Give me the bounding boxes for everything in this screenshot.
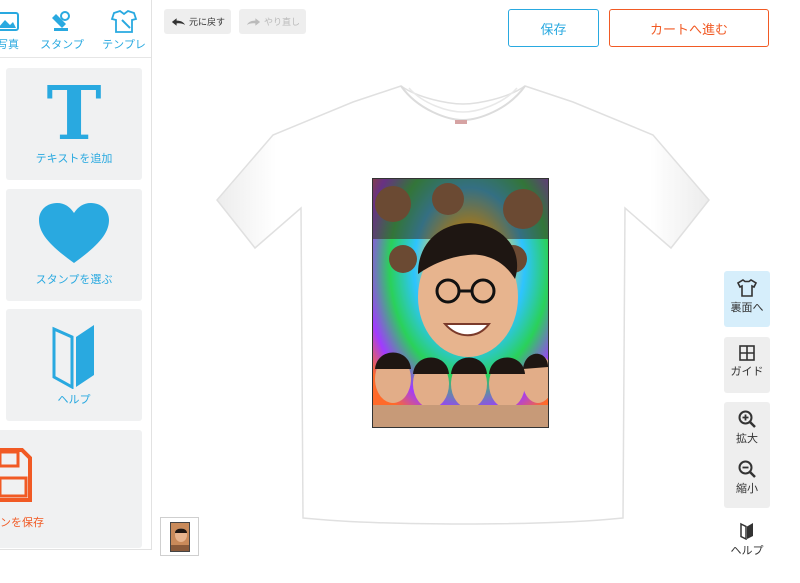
print-area-photo-collage[interactable] <box>372 178 549 428</box>
proceed-to-cart-button[interactable]: カートへ進む <box>609 9 769 47</box>
zoom-out-icon <box>738 460 756 478</box>
zoom-in-button[interactable]: 拡大 <box>724 402 770 446</box>
guide-button[interactable]: ガイド <box>724 337 770 393</box>
grid-guide-icon <box>739 345 755 361</box>
tab-stamp[interactable]: スタンプ <box>34 8 90 56</box>
tab-template[interactable]: テンプレ <box>94 8 151 56</box>
zoom-controls: 拡大 縮小 <box>724 402 770 508</box>
view-back-button[interactable]: 裏面へ <box>724 271 770 327</box>
help-card[interactable]: ヘルプ <box>6 309 142 421</box>
beginner-mark-icon <box>52 325 94 389</box>
choose-stamp-label: スタンプを選ぶ <box>35 273 113 286</box>
redo-arrow-icon <box>246 17 261 26</box>
help-button[interactable]: ヘルプ <box>724 514 770 564</box>
heart-icon <box>39 203 109 263</box>
floppy-save-icon <box>0 448 32 502</box>
collage-image <box>373 179 548 427</box>
photo-icon <box>0 8 34 36</box>
stamp-icon <box>34 8 90 36</box>
design-editor: 写真 スタンプ テンプ <box>0 0 800 583</box>
save-button[interactable]: 保存 <box>508 9 599 47</box>
tool-panel: 写真 スタンプ テンプ <box>0 0 152 550</box>
text-T-icon: T <box>46 71 102 157</box>
design-thumbnail[interactable] <box>160 517 199 556</box>
undo-arrow-icon <box>171 17 186 26</box>
redo-button[interactable]: やり直し <box>239 9 306 34</box>
zoom-out-button[interactable]: 縮小 <box>724 452 770 496</box>
tab-photo[interactable]: 写真 <box>0 8 34 56</box>
undo-button[interactable]: 元に戻す <box>164 9 231 34</box>
tool-tabs: 写真 スタンプ テンプ <box>0 0 151 58</box>
save-design-card[interactable]: ンを保存 <box>0 430 142 548</box>
template-icon <box>94 8 151 36</box>
help-label: ヘルプ <box>57 393 91 406</box>
add-text-card[interactable]: T テキストを追加 <box>6 68 142 180</box>
thumbnail-image <box>170 522 190 552</box>
add-text-label: テキストを追加 <box>35 152 113 165</box>
save-design-label: ンを保存 <box>0 516 44 529</box>
choose-stamp-card[interactable]: スタンプを選ぶ <box>6 189 142 301</box>
beginner-mark-icon <box>740 522 753 540</box>
zoom-in-icon <box>738 410 756 428</box>
tshirt-back-icon <box>737 279 757 297</box>
